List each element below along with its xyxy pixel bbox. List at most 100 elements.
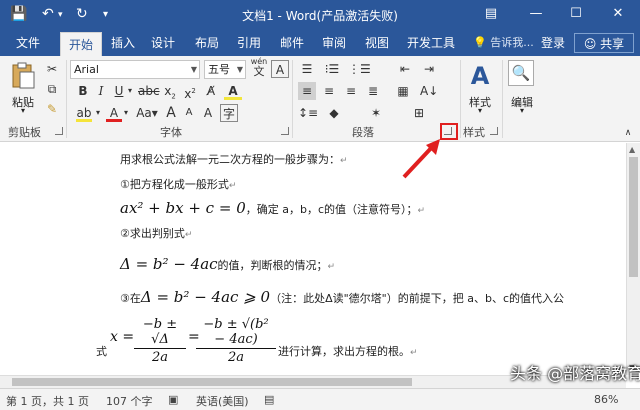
scroll-thumb[interactable] (629, 157, 638, 277)
language[interactable]: 英语(美国) (196, 393, 249, 409)
editing-dropdown-icon: ▾ (519, 106, 524, 115)
word-count[interactable]: 107 个字 (106, 393, 153, 409)
doc-line-7-prefix: 式 (96, 345, 107, 358)
doc-text: 用求根公式法解一元二次方程的一般步骤为： (120, 153, 340, 166)
bold-icon[interactable]: B (76, 82, 90, 100)
grow-font-icon[interactable]: A (164, 104, 178, 122)
align-center-icon[interactable]: ≡ (320, 82, 338, 100)
tab-developer[interactable]: 开发工具 (403, 30, 459, 56)
tab-references[interactable]: 引用 (232, 30, 266, 56)
strikethrough-icon[interactable]: abc (138, 82, 160, 100)
chinese-layout-icon[interactable]: ▦ (394, 82, 412, 100)
minimize-icon[interactable]: — (524, 4, 548, 24)
collapse-ribbon-icon[interactable]: ∧ (622, 124, 634, 142)
tab-mailings[interactable]: 邮件 (275, 30, 309, 56)
zoom-level[interactable]: 86% (594, 393, 618, 406)
chevron-down-icon: ▼ (190, 65, 197, 74)
multilevel-list-icon[interactable]: ⋮☰ (348, 60, 371, 78)
char-border-icon[interactable]: 字 (220, 104, 238, 122)
tell-me-search[interactable]: 💡 告诉我... (473, 30, 534, 56)
tab-home[interactable]: 开始 (60, 32, 102, 56)
highlight-dropdown-icon[interactable]: ▾ (94, 104, 102, 122)
align-left-icon[interactable]: ≡ (298, 82, 316, 100)
proofing-icon[interactable]: ▣ (168, 393, 178, 406)
copy-icon[interactable]: ⧉ (44, 80, 60, 98)
numbering-icon[interactable]: ⁝☰ (323, 60, 341, 78)
sign-in-link[interactable]: 登录 (541, 30, 565, 56)
fraction-numerator: −b ± √(b² − 4ac) (196, 317, 276, 349)
cut-icon[interactable]: ✂ (44, 60, 60, 78)
macro-icon[interactable]: ▤ (264, 393, 274, 406)
scroll-thumb[interactable] (12, 378, 412, 386)
highlight-icon[interactable]: ab (76, 104, 92, 122)
tab-insert[interactable]: 插入 (106, 30, 140, 56)
styles-dropdown-icon[interactable]: ▾ (473, 106, 487, 115)
increase-indent-icon[interactable]: ⇥ (420, 60, 438, 78)
font-color-icon[interactable]: A (106, 104, 122, 122)
paragraph-mark: ↵ (417, 206, 426, 216)
sort-icon[interactable]: A↓ (420, 82, 438, 100)
line-spacing-icon[interactable]: ↕≡ (298, 104, 318, 122)
divider (292, 60, 293, 138)
show-marks-icon[interactable]: ✶ (366, 104, 386, 122)
fraction-denominator: 2a (151, 350, 169, 365)
text-effects-icon[interactable]: A (224, 82, 242, 100)
chevron-down-icon: ▼ (236, 65, 243, 74)
page-count[interactable]: 第 1 页，共 1 页 (6, 393, 89, 409)
bullets-icon[interactable]: ☰ (298, 60, 316, 78)
shading-icon[interactable]: ◆ (324, 104, 344, 122)
fraction-numerator: −b ± √Δ (134, 317, 186, 349)
doc-line-6: ③在Δ = b² − 4ac ⩾ 0（注：此处Δ读"德尔塔"）的前提下，把 a、… (120, 288, 564, 306)
tab-design[interactable]: 设计 (146, 30, 180, 56)
font-launcher-icon[interactable] (281, 127, 289, 135)
tab-view[interactable]: 视图 (360, 30, 394, 56)
fraction-2: −b ± √(b² − 4ac) 2a (196, 317, 276, 365)
search-icon[interactable]: 🔍 (508, 60, 534, 86)
clipboard-launcher-icon[interactable] (55, 127, 63, 135)
decrease-indent-icon[interactable]: ⇤ (396, 60, 414, 78)
doc-text: （注：此处Δ读"德尔塔"）的前提下，把 a、b、c的值代入公 (270, 292, 564, 305)
person-icon: ☺ (583, 37, 597, 51)
vertical-scrollbar[interactable]: ▲ ▼ (626, 143, 640, 375)
superscript-icon[interactable]: x2 (182, 82, 198, 101)
styles-icon[interactable]: A (466, 62, 494, 92)
borders-icon[interactable]: ⊞ (410, 104, 428, 122)
char-shading-icon[interactable]: A (200, 104, 216, 122)
document-area[interactable]: 用求根公式法解一元二次方程的一般步骤为：↵ ①把方程化成一般形式↵ ax² + … (0, 143, 626, 375)
font-size-combo[interactable]: 五号 ▼ (204, 60, 246, 79)
tell-me-label: 告诉我... (490, 36, 534, 49)
font-name-combo[interactable]: Arial ▼ (70, 60, 200, 79)
watermark: 头条 @部落窝教育 (510, 364, 640, 383)
clear-format-icon[interactable]: A̸ (202, 82, 220, 100)
tab-review[interactable]: 审阅 (317, 30, 351, 56)
underline-icon[interactable]: U (112, 82, 126, 100)
share-button[interactable]: ☺ 共享 (574, 33, 634, 53)
scroll-up-icon[interactable]: ▲ (629, 145, 635, 154)
tab-layout[interactable]: 布局 (190, 30, 224, 56)
underline-dropdown-icon[interactable]: ▾ (126, 82, 134, 100)
tab-file[interactable]: 文件 (8, 30, 48, 56)
maximize-icon[interactable]: ☐ (564, 4, 588, 24)
lightbulb-icon: 💡 (473, 36, 487, 49)
phonetic-guide-icon[interactable]: wén 文 (249, 57, 269, 77)
format-painter-icon[interactable]: ✎ (44, 100, 60, 118)
font-name-value: Arial (74, 63, 99, 76)
share-label: 共享 (600, 37, 625, 51)
title-bar: 💾 ↶ ▾ ↻ ▾ 文档1 - Word(产品激活失败) ▤ — ☐ ✕ (0, 0, 640, 30)
close-icon[interactable]: ✕ (606, 4, 630, 24)
shrink-font-icon[interactable]: A (182, 104, 196, 122)
doc-text: ，确定 a，b，c的值（注意符号）； (245, 203, 418, 216)
ribbon-display-icon[interactable]: ▤ (479, 4, 503, 24)
font-color-dropdown-icon[interactable]: ▾ (122, 104, 130, 122)
doc-text: ①把方程化成一般形式 (120, 178, 229, 191)
enclosed-char-icon[interactable]: A (271, 60, 289, 78)
paste-icon[interactable] (10, 62, 36, 90)
doc-text: ②求出判别式 (120, 227, 185, 240)
paste-dropdown-icon[interactable]: ▾ (16, 106, 30, 115)
justify-icon[interactable]: ≣ (364, 82, 382, 100)
align-right-icon[interactable]: ≡ (342, 82, 360, 100)
subscript-icon[interactable]: x2 (162, 82, 178, 100)
change-case-icon[interactable]: Aa▾ (136, 104, 158, 122)
italic-icon[interactable]: I (94, 82, 108, 100)
styles-launcher-icon[interactable] (490, 127, 498, 135)
